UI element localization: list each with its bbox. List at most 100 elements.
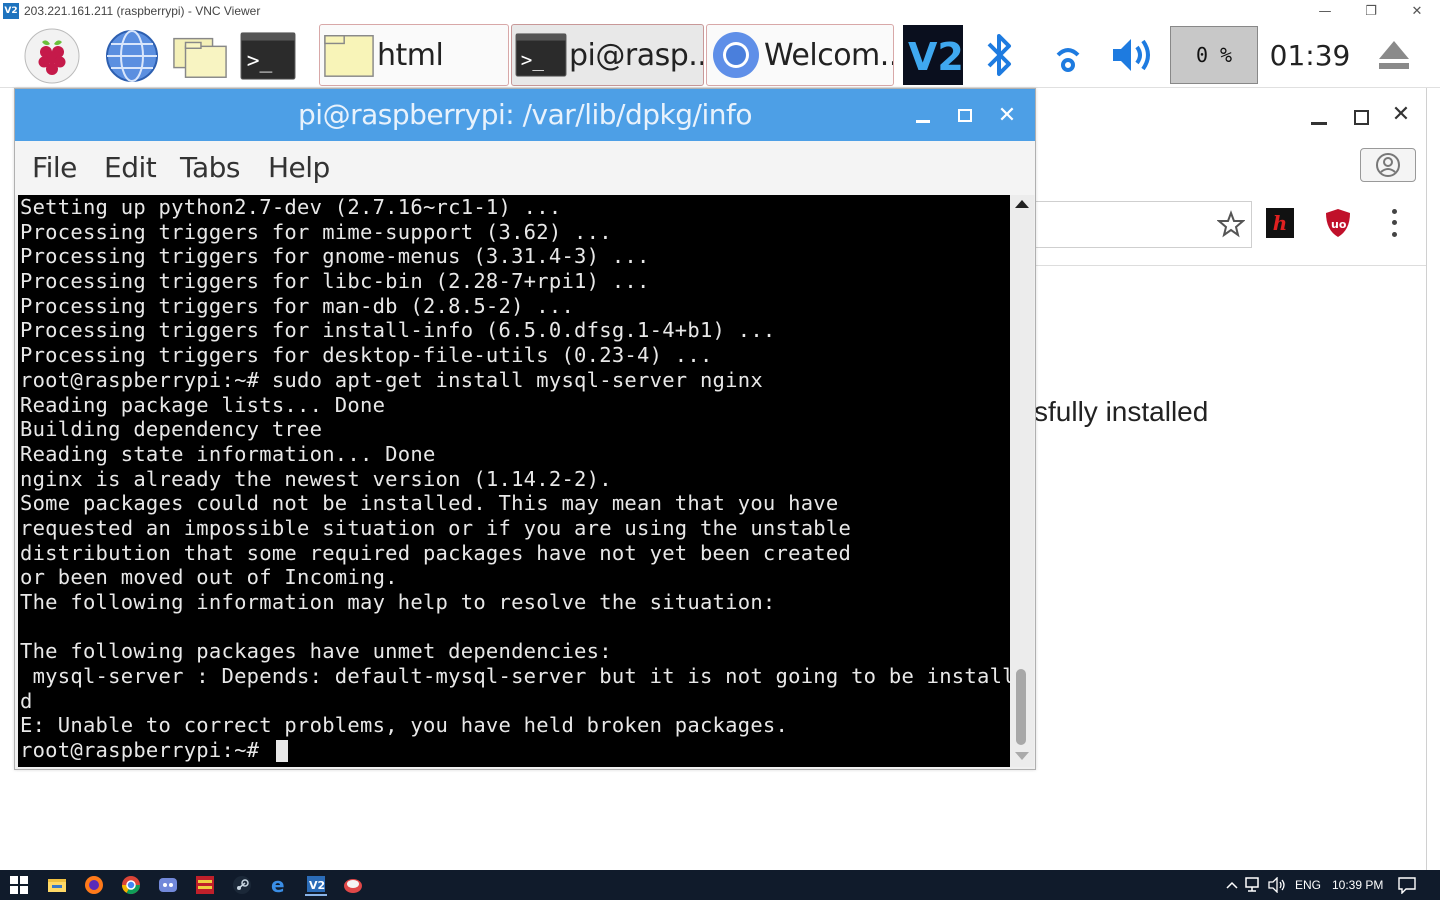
show-hidden-icons-icon[interactable] — [1221, 874, 1243, 896]
task-button-html[interactable]: html — [319, 24, 509, 86]
terminal-line: mysql-server : Depends: default-mysql-se… — [20, 664, 1010, 689]
terminal-line: The following information may help to re… — [20, 590, 776, 614]
terminal-scrollbar[interactable] — [1010, 195, 1034, 767]
ublock-origin-icon[interactable]: uo — [1324, 208, 1352, 238]
vnc-minimize-button[interactable]: — — [1302, 0, 1348, 22]
svg-text:>_: >_ — [521, 49, 545, 72]
vnc-viewer-taskbar-icon[interactable]: V2 — [305, 874, 327, 896]
browser-maximize-icon[interactable] — [1346, 102, 1376, 132]
windows-start-icon[interactable] — [8, 874, 30, 896]
discord-icon[interactable] — [157, 874, 179, 896]
menu-tabs[interactable]: Tabs — [180, 141, 241, 195]
panel-clock[interactable]: 01:39 — [1268, 22, 1352, 88]
file-manager-icon[interactable] — [172, 28, 228, 84]
extension-h-icon[interactable]: h — [1266, 208, 1294, 238]
terminal-line: Reading state information... Done — [20, 441, 436, 466]
task-button-terminal[interactable]: >_ pi@rasp... — [511, 24, 704, 86]
terminal-launcher-icon[interactable]: >_ — [240, 28, 296, 84]
vnc-titlebar: V2 203.221.161.211 (raspberrypi) - VNC V… — [0, 0, 1440, 22]
terminal-titlebar[interactable]: pi@raspberrypi: /var/lib/dpkg/info ✕ — [15, 89, 1035, 141]
terminal-icon: >_ — [515, 29, 567, 81]
vnc-restore-button[interactable]: ❐ — [1348, 0, 1394, 22]
terminal-prompt-line[interactable]: root@raspberrypi:~# — [20, 738, 1010, 763]
svg-text:V2: V2 — [908, 35, 964, 79]
terminal-line: Processing triggers for libc-bin (2.28-7… — [20, 269, 650, 294]
terminal-window: pi@raspberrypi: /var/lib/dpkg/info ✕ Fil… — [14, 88, 1036, 770]
menu-edit[interactable]: Edit — [104, 141, 157, 195]
vnc-window-title: 203.221.161.211 (raspberrypi) - VNC View… — [24, 4, 261, 18]
system-clock[interactable]: 10:39 PM — [1332, 870, 1383, 900]
terminal-line: distribution that some required packages… — [20, 540, 852, 565]
vnc-logo-icon: V2 — [3, 3, 19, 19]
browser-minimize-icon[interactable] — [1304, 102, 1334, 132]
wifi-icon[interactable] — [1048, 22, 1088, 88]
terminal-line: d — [20, 688, 33, 713]
volume-icon[interactable] — [1108, 22, 1156, 88]
chrome-icon[interactable] — [120, 874, 142, 896]
terminal-line: Setting up python2.7-dev (2.7.16~rc1-1) … — [20, 195, 562, 219]
remote-screen-edge — [1426, 88, 1440, 870]
terminal-prompt: root@raspberrypi:~# — [20, 738, 272, 763]
eject-icon[interactable] — [1372, 22, 1416, 88]
menu-help[interactable]: Help — [268, 141, 330, 195]
action-center-icon[interactable] — [1396, 874, 1418, 896]
svg-text:>_: >_ — [247, 49, 273, 74]
terminal-line: Some packages could not be installed. Th… — [20, 491, 839, 516]
terminal-line: requested an impossible situation or if … — [20, 515, 852, 540]
terminal-line: Processing triggers for desktop-file-uti… — [20, 343, 713, 368]
terminal-close-button[interactable]: ✕ — [989, 97, 1025, 133]
terminal-line: Building dependency tree — [20, 417, 323, 442]
terminal-line: Processing triggers for man-db (2.8.5-2)… — [20, 293, 575, 318]
terminal-lines: Setting up python2.7-dev (2.7.16~rc1-1) … — [20, 195, 1010, 763]
scroll-down-arrow-icon[interactable] — [1014, 751, 1030, 761]
terminal-line: Processing triggers for mime-support (3.… — [20, 219, 612, 244]
terminal-title: pi@raspberrypi: /var/lib/dpkg/info — [298, 98, 752, 131]
app-icon[interactable] — [342, 874, 364, 896]
profile-avatar-icon[interactable] — [1360, 148, 1416, 182]
terminal-minimize-button[interactable] — [905, 97, 941, 133]
steam-icon[interactable] — [231, 874, 253, 896]
network-icon[interactable] — [1243, 874, 1265, 896]
terminal-line: The following packages have unmet depend… — [20, 639, 612, 664]
task-button-chromium[interactable]: Welcom... — [706, 24, 894, 86]
cpu-usage-value: 0 % — [1195, 43, 1233, 67]
browser-toolbar: h uo — [1034, 196, 1426, 266]
browser-menu-icon[interactable] — [1384, 206, 1404, 240]
terminal-line: Reading package lists... Done — [20, 392, 386, 417]
task-label: Welcom... — [764, 37, 894, 73]
task-label: pi@rasp... — [569, 37, 704, 73]
scrollbar-thumb[interactable] — [1016, 669, 1026, 745]
folder-icon — [323, 29, 375, 81]
browser-close-icon[interactable]: ✕ — [1386, 100, 1416, 130]
address-bar[interactable] — [1034, 201, 1252, 248]
raspberry-menu-icon[interactable] — [24, 28, 80, 84]
svg-text:V2: V2 — [309, 879, 325, 892]
vnc-server-icon[interactable]: V2 — [902, 22, 964, 88]
vnc-close-button[interactable]: ✕ — [1394, 0, 1440, 22]
terminal-cursor — [275, 740, 288, 763]
input-language[interactable]: ENG — [1295, 870, 1321, 900]
game-app-icon[interactable] — [194, 874, 216, 896]
svg-text:e: e — [271, 875, 285, 895]
task-label: html — [377, 37, 444, 73]
windows-taskbar: e V2 ENG 10:39 PM — [0, 870, 1440, 900]
menu-file[interactable]: File — [32, 141, 77, 195]
web-browser-icon[interactable] — [104, 28, 160, 84]
terminal-output[interactable]: Setting up python2.7-dev (2.7.16~rc1-1) … — [18, 195, 1010, 767]
terminal-line: Processing triggers for install-info (6.… — [20, 318, 776, 343]
firefox-icon[interactable] — [83, 874, 105, 896]
terminal-line: Processing triggers for gnome-menus (3.3… — [20, 244, 650, 269]
terminal-maximize-button[interactable] — [947, 97, 983, 133]
bookmark-star-icon[interactable] — [1216, 210, 1247, 240]
page-message: sfully installed — [1034, 396, 1209, 427]
terminal-line: root@raspberrypi:~# sudo apt-get install… — [20, 367, 763, 392]
file-explorer-icon[interactable] — [46, 874, 68, 896]
bluetooth-icon[interactable] — [980, 22, 1020, 88]
speaker-icon[interactable] — [1266, 874, 1288, 896]
cpu-monitor[interactable]: 0 % — [1170, 26, 1258, 84]
terminal-line: or been moved out of Incoming. — [20, 565, 398, 590]
pi-top-panel: >_ html >_ pi@rasp... Welcom... V2 0 % 0… — [0, 22, 1440, 88]
scroll-up-arrow-icon[interactable] — [1014, 199, 1030, 209]
edge-icon[interactable]: e — [268, 874, 290, 896]
